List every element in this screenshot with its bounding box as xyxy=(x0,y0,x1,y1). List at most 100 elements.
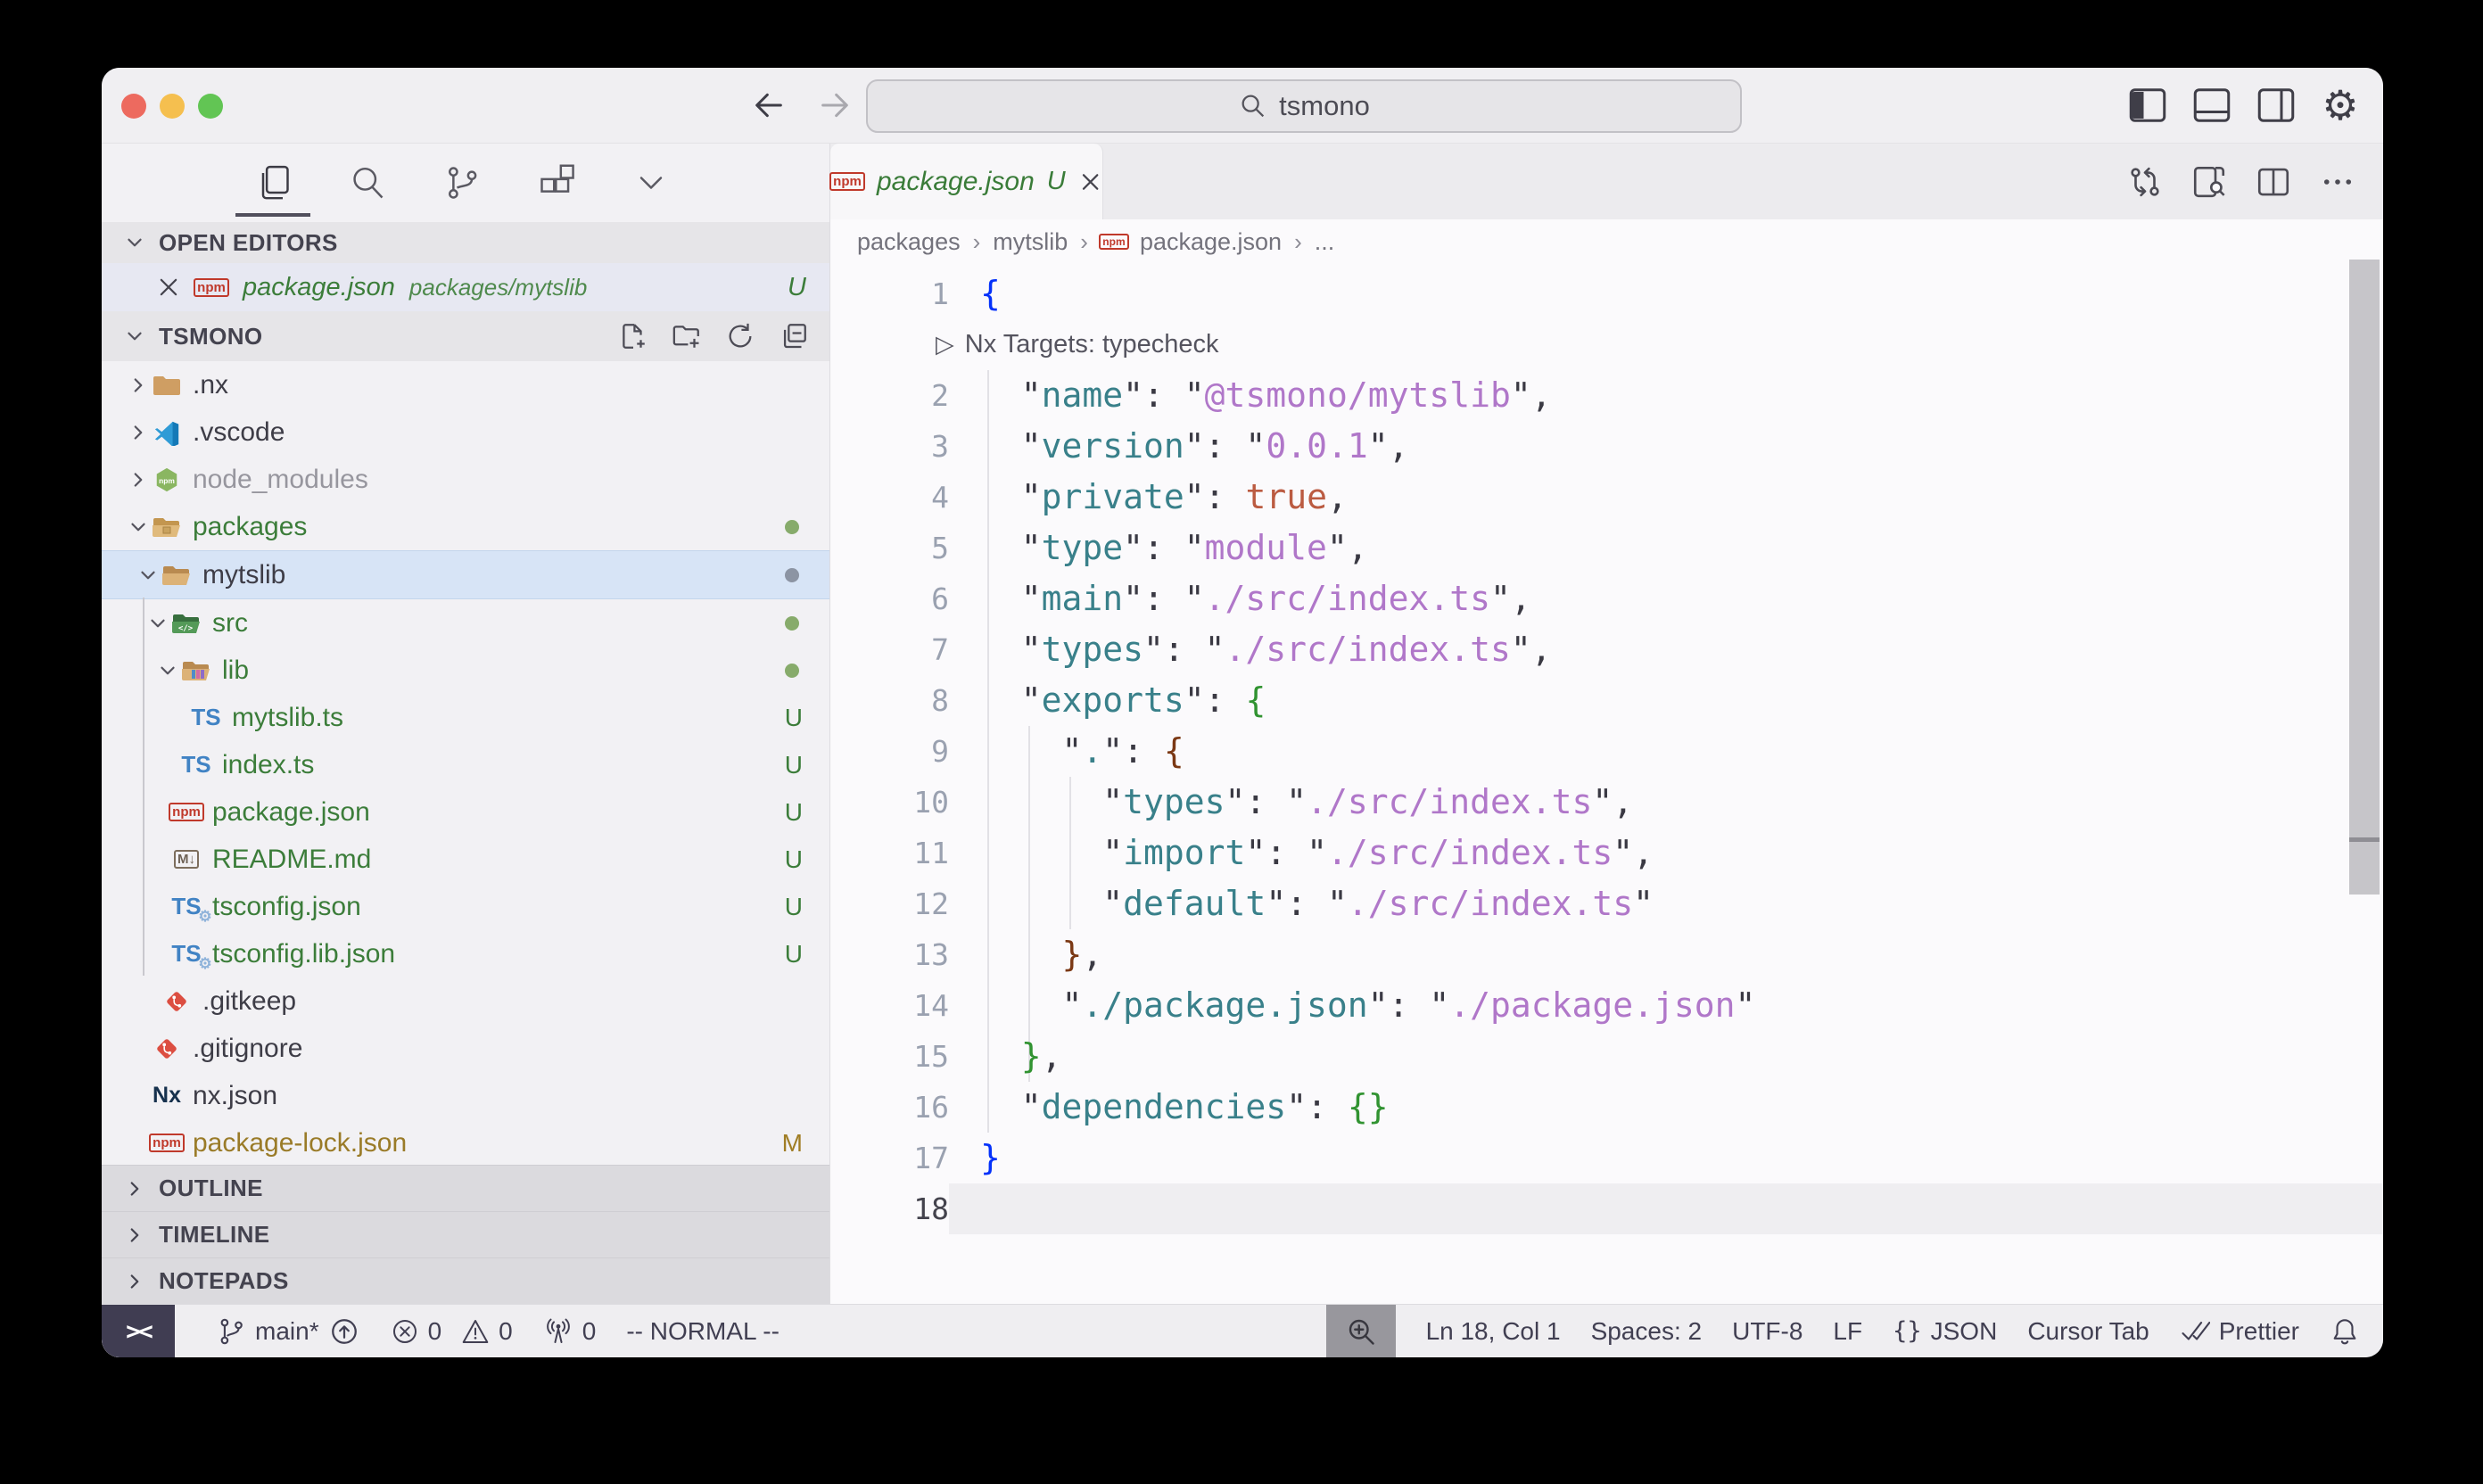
folder-open-amber-icon xyxy=(150,510,184,544)
tree-item-src[interactable]: </>src xyxy=(102,599,829,647)
tree-item-tsconfig-lib-json[interactable]: TS⚙tsconfig.lib.jsonU xyxy=(102,930,829,977)
refresh-explorer-button[interactable] xyxy=(724,320,756,352)
tree-item-label: node_modules xyxy=(193,465,368,495)
code-line-12[interactable]: 12 "default": "./src/index.ts" xyxy=(830,878,2383,929)
vim-mode-indicator[interactable]: -- NORMAL -- xyxy=(626,1317,780,1346)
activity-source-control-button[interactable] xyxy=(433,149,491,217)
explorer-section-header[interactable]: TSMONO xyxy=(102,311,829,361)
breadcrumb-item[interactable]: packages xyxy=(857,228,961,256)
encoding-button[interactable]: UTF-8 xyxy=(1732,1317,1802,1346)
new-folder-button[interactable] xyxy=(671,320,703,352)
command-center-search[interactable]: tsmono xyxy=(866,79,1742,133)
code-editor[interactable]: 1{▷Nx Targets: typecheck2 "name": "@tsmo… xyxy=(830,264,2383,1304)
gear-icon: ⚙ xyxy=(2322,85,2358,126)
language-mode: JSON xyxy=(1931,1317,1998,1346)
more-actions-icon[interactable] xyxy=(2319,163,2356,201)
code-line-13[interactable]: 13 }, xyxy=(830,929,2383,980)
code-line-15[interactable]: 15 }, xyxy=(830,1031,2383,1082)
navigate-back-button[interactable] xyxy=(749,86,788,125)
tree-item--vscode[interactable]: .vscode xyxy=(102,408,829,456)
tab-package-json[interactable]: npm package.json U xyxy=(830,144,1103,219)
activity-extensions-button[interactable] xyxy=(528,149,585,217)
breadcrumb-item[interactable]: mytslib xyxy=(993,228,1068,256)
toggle-secondary-sidebar-button[interactable] xyxy=(2255,84,2297,127)
activity-search-button[interactable] xyxy=(339,149,396,217)
tree-item--gitignore[interactable]: .gitignore xyxy=(102,1025,829,1072)
cursor-tab-button[interactable]: Cursor Tab xyxy=(2027,1317,2149,1346)
code-line-8[interactable]: 8 "exports": { xyxy=(830,675,2383,726)
code-line-11[interactable]: 11 "import": "./src/index.ts", xyxy=(830,828,2383,878)
notepads-section-header[interactable]: NOTEPADS xyxy=(102,1257,829,1304)
code-text: "type": "module", xyxy=(949,523,1368,573)
double-check-icon xyxy=(2180,1316,2210,1347)
code-line-2[interactable]: 2 "name": "@tsmono/mytslib", xyxy=(830,370,2383,421)
timeline-section-header[interactable]: TIMELINE xyxy=(102,1211,829,1257)
arrow-left-icon xyxy=(751,87,787,123)
tree-item-package-lock-json[interactable]: npmpackage-lock.jsonM xyxy=(102,1119,829,1165)
close-tab-icon[interactable] xyxy=(1078,169,1102,194)
line-number: 11 xyxy=(830,828,949,878)
code-line-14[interactable]: 14 "./package.json": "./package.json" xyxy=(830,980,2383,1031)
search-editor-icon[interactable] xyxy=(2190,163,2228,201)
navigate-forward-button[interactable] xyxy=(815,86,854,125)
toggle-panel-button[interactable] xyxy=(2190,84,2233,127)
new-file-button[interactable] xyxy=(617,320,649,352)
activity-more-button[interactable] xyxy=(623,149,680,217)
code-line-5[interactable]: 5 "type": "module", xyxy=(830,523,2383,573)
tree-item-readme-md[interactable]: M↓README.mdU xyxy=(102,836,829,883)
collapse-folders-button[interactable] xyxy=(778,320,810,352)
remote-indicator-button[interactable]: >< xyxy=(102,1305,175,1357)
tree-item-package-json[interactable]: npmpackage.jsonU xyxy=(102,788,829,836)
code-line-1[interactable]: 1{ xyxy=(830,268,2383,319)
git-status-badge: U xyxy=(785,940,803,969)
toggle-primary-sidebar-button[interactable] xyxy=(2126,84,2169,127)
tree-item-node-modules[interactable]: npm node_modules xyxy=(102,456,829,503)
codelens-nx-targets[interactable]: ▷Nx Targets: typecheck xyxy=(830,319,2383,370)
tree-item-lib[interactable]: lib xyxy=(102,647,829,694)
branch-status-button[interactable]: main* xyxy=(216,1315,360,1348)
code-line-4[interactable]: 4 "private": true, xyxy=(830,472,2383,523)
open-editor-item-package-json[interactable]: npm package.json packages/mytslib U xyxy=(102,263,829,311)
zoom-window-button[interactable] xyxy=(198,94,223,119)
tree-item-tsconfig-json[interactable]: TS⚙tsconfig.jsonU xyxy=(102,883,829,930)
screenshot-zoom-button[interactable] xyxy=(1326,1305,1396,1357)
code-line-9[interactable]: 9 ".": { xyxy=(830,726,2383,777)
tree-item-packages[interactable]: packages xyxy=(102,503,829,550)
code-line-3[interactable]: 3 "version": "0.0.1", xyxy=(830,421,2383,472)
tree-item--nx[interactable]: .nx xyxy=(102,361,829,408)
status-bar: >< main* 0 0 0 -- NORMAL -- xyxy=(102,1304,2383,1357)
language-mode-button[interactable]: {} JSON xyxy=(1893,1317,1997,1346)
close-icon[interactable] xyxy=(157,276,180,299)
breadcrumb-item[interactable]: package.json xyxy=(1140,228,1282,256)
eol-button[interactable]: LF xyxy=(1833,1317,1862,1346)
problems-status-button[interactable]: 0 0 xyxy=(391,1317,513,1346)
code-line-18[interactable]: 18 xyxy=(830,1183,2383,1234)
outline-section-header[interactable]: OUTLINE xyxy=(102,1165,829,1211)
code-line-6[interactable]: 6 "main": "./src/index.ts", xyxy=(830,573,2383,624)
cursor-position-button[interactable]: Ln 18, Col 1 xyxy=(1426,1317,1561,1346)
minimize-window-button[interactable] xyxy=(160,94,185,119)
tree-item-index-ts[interactable]: TSindex.tsU xyxy=(102,741,829,788)
ports-status-button[interactable]: 0 xyxy=(543,1316,597,1347)
svg-text:npm: npm xyxy=(159,476,175,485)
tree-item--gitkeep[interactable]: .gitkeep xyxy=(102,977,829,1025)
tree-item-mytslib-ts[interactable]: TSmytslib.tsU xyxy=(102,694,829,741)
indentation-button[interactable]: Spaces: 2 xyxy=(1591,1317,1703,1346)
code-line-17[interactable]: 17} xyxy=(830,1133,2383,1183)
open-editors-header[interactable]: OPEN EDITORS xyxy=(102,222,829,263)
formatter-button[interactable]: Prettier xyxy=(2180,1316,2299,1347)
code-line-10[interactable]: 10 "types": "./src/index.ts", xyxy=(830,777,2383,828)
split-editor-icon[interactable] xyxy=(2255,163,2292,201)
editor-scrollbar[interactable] xyxy=(2349,260,2380,895)
vscode-window: tsmono ⚙ xyxy=(102,68,2383,1357)
tree-item-nx-json[interactable]: Nxnx.json xyxy=(102,1072,829,1119)
notifications-bell-button[interactable] xyxy=(2330,1316,2360,1347)
code-line-7[interactable]: 7 "types": "./src/index.ts", xyxy=(830,624,2383,675)
settings-button[interactable]: ⚙ xyxy=(2319,84,2362,127)
close-window-button[interactable] xyxy=(121,94,146,119)
activity-explorer-button[interactable] xyxy=(244,149,301,217)
breadcrumb-item[interactable]: ... xyxy=(1315,228,1335,256)
open-changes-icon[interactable] xyxy=(2126,163,2164,201)
tree-item-mytslib[interactable]: mytslib xyxy=(102,550,829,599)
code-line-16[interactable]: 16 "dependencies": {} xyxy=(830,1082,2383,1133)
